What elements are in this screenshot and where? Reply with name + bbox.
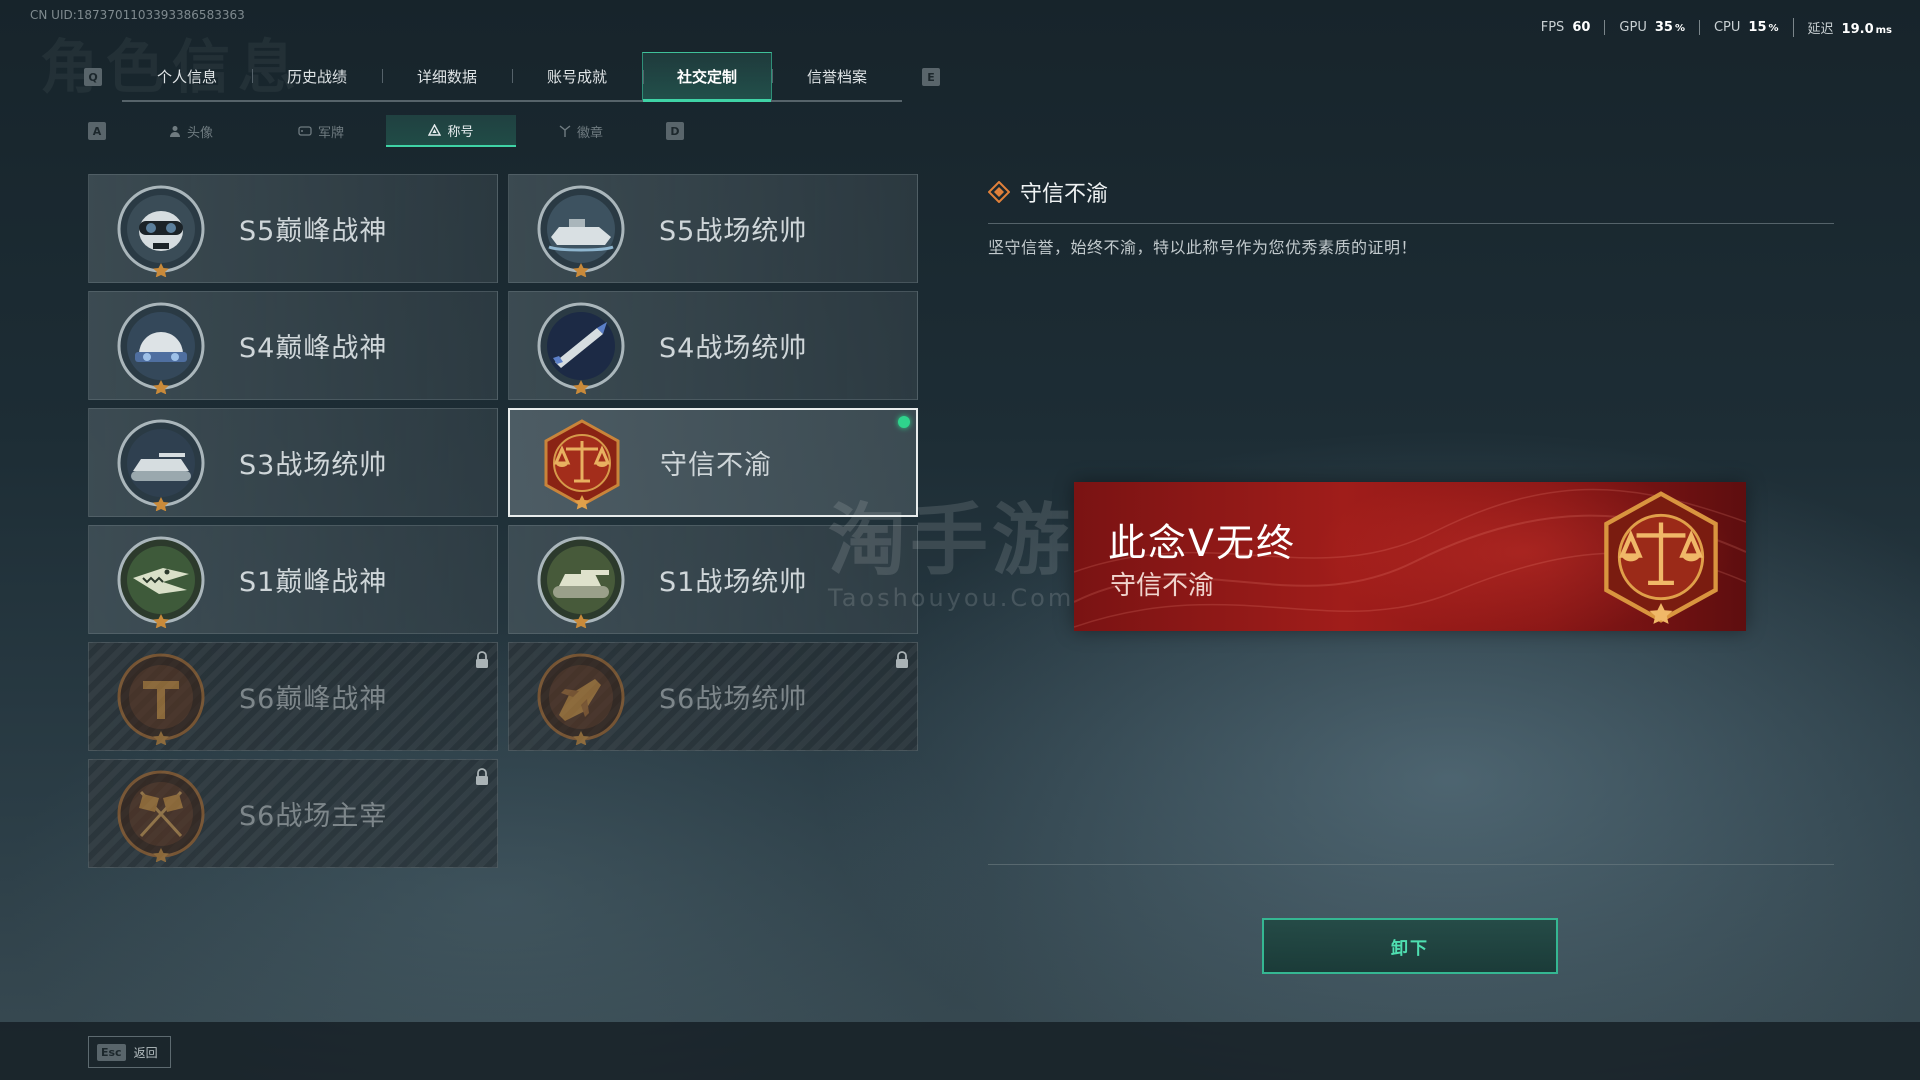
badge-icon bbox=[559, 124, 571, 137]
title-label: S3战场统帅 bbox=[239, 450, 388, 481]
title-label: S6战场统帅 bbox=[659, 684, 808, 715]
detail-title: 守信不渝 bbox=[1020, 182, 1109, 207]
boat-emblem bbox=[537, 185, 625, 277]
performance-overlay: FPS 60 GPU 35 % CPU 15 % 延迟 19.0 ms bbox=[1527, 18, 1906, 37]
cpu-stat: CPU 15 % bbox=[1698, 20, 1793, 35]
gpu-stat: GPU 35 % bbox=[1604, 20, 1699, 35]
divider bbox=[988, 223, 1834, 224]
title-label: S5战场统帅 bbox=[659, 216, 808, 247]
scales-emblem bbox=[544, 418, 620, 509]
tab-achievements[interactable]: 账号成就 bbox=[512, 52, 642, 100]
title-card-s5-peak-god[interactable]: S5巅峰战神 bbox=[88, 174, 498, 283]
crossed-flags-emblem bbox=[117, 770, 205, 862]
person-icon bbox=[169, 126, 180, 137]
tab-match-history[interactable]: 历史战绩 bbox=[252, 52, 382, 100]
subtab-title[interactable]: 称号 bbox=[386, 115, 516, 147]
lock-icon bbox=[896, 651, 908, 668]
title-label: S4巅峰战神 bbox=[239, 333, 388, 364]
title-card-s1-peak-god[interactable]: S1巅峰战神 bbox=[88, 525, 498, 634]
footer-bar: Esc 返回 bbox=[0, 1022, 1920, 1080]
detail-header: 守信不渝 bbox=[988, 176, 1108, 208]
t-shield-emblem bbox=[117, 653, 205, 745]
tab-personal-info[interactable]: 个人信息 bbox=[122, 52, 252, 100]
title-card-s6-battlefield-ruler[interactable]: S6战场主宰 bbox=[88, 759, 498, 868]
prev-tab-key[interactable]: Q bbox=[84, 68, 102, 86]
uid-text: CN UID:1873701103393386583363 bbox=[30, 8, 245, 22]
missile-emblem bbox=[537, 302, 625, 394]
tab-credit-record[interactable]: 信誉档案 bbox=[772, 52, 902, 100]
next-subtab-key[interactable]: D bbox=[666, 122, 684, 140]
back-label: 返回 bbox=[133, 1045, 158, 1060]
armored-vehicle-emblem bbox=[117, 419, 205, 511]
title-preview-banner: 此念ᐯ无终 守信不渝 bbox=[1074, 482, 1746, 631]
title-card-s6-peak-god[interactable]: S6巅峰战神 bbox=[88, 642, 498, 751]
title-label: S4战场统帅 bbox=[659, 333, 808, 364]
title-card-s4-peak-god[interactable]: S4巅峰战神 bbox=[88, 291, 498, 400]
main-tab-bar: Q 个人信息 历史战绩 详细数据 账号成就 社交定制 信誉档案 E bbox=[84, 52, 940, 102]
title-label: S1巅峰战神 bbox=[239, 567, 388, 598]
title-card-s6-commander[interactable]: S6战场统帅 bbox=[508, 642, 918, 751]
helmet-nightvision-emblem bbox=[117, 302, 205, 394]
lock-icon bbox=[476, 651, 488, 668]
equipped-indicator bbox=[898, 416, 910, 428]
skull-goggles-emblem bbox=[117, 185, 205, 277]
esc-key: Esc bbox=[97, 1043, 126, 1061]
crocodile-emblem bbox=[117, 536, 205, 628]
title-label: S5巅峰战神 bbox=[239, 216, 388, 247]
title-label: S6战场主宰 bbox=[239, 801, 388, 832]
diamond-icon bbox=[988, 181, 1010, 203]
fps-stat: FPS 60 bbox=[1540, 20, 1591, 35]
triangle-icon bbox=[428, 124, 442, 136]
latency-stat: 延迟 19.0 ms bbox=[1792, 18, 1906, 37]
tank-emblem bbox=[537, 536, 625, 628]
jet-emblem bbox=[537, 653, 625, 745]
detail-description: 坚守信誉，始终不渝，特以此称号作为您优秀素质的证明！ bbox=[988, 238, 1418, 257]
scales-emblem bbox=[1604, 491, 1718, 624]
subtab-avatar[interactable]: 头像 bbox=[126, 115, 256, 147]
unequip-button[interactable]: 卸下 bbox=[1262, 918, 1558, 974]
back-button[interactable]: Esc 返回 bbox=[88, 1036, 171, 1068]
title-grid: S5巅峰战神 S5战场统帅 S4巅峰战神 S4战场统帅 S3战场统帅 守信不渝 … bbox=[88, 174, 918, 868]
subtab-badge[interactable]: 徽章 bbox=[516, 115, 646, 147]
tab-social-customization[interactable]: 社交定制 bbox=[642, 52, 772, 102]
title-card-s1-commander[interactable]: S1战场统帅 bbox=[508, 525, 918, 634]
title-card-s4-commander[interactable]: S4战场统帅 bbox=[508, 291, 918, 400]
next-tab-key[interactable]: E bbox=[922, 68, 940, 86]
sub-tab-bar: A 头像 军牌 称号 徽章 D bbox=[88, 115, 684, 147]
dogtag-icon bbox=[298, 126, 312, 136]
divider bbox=[988, 864, 1834, 865]
subtab-dogtag[interactable]: 军牌 bbox=[256, 115, 386, 147]
banner-title: 守信不渝 bbox=[1110, 571, 1215, 601]
banner-player-name: 此念ᐯ无终 bbox=[1108, 521, 1296, 565]
title-label: S6巅峰战神 bbox=[239, 684, 388, 715]
tab-detailed-stats[interactable]: 详细数据 bbox=[382, 52, 512, 100]
lock-icon bbox=[476, 768, 488, 785]
title-card-s5-commander[interactable]: S5战场统帅 bbox=[508, 174, 918, 283]
prev-subtab-key[interactable]: A bbox=[88, 122, 106, 140]
title-card-s3-commander[interactable]: S3战场统帅 bbox=[88, 408, 498, 517]
title-card-keep-faith[interactable]: 守信不渝 bbox=[508, 408, 918, 517]
title-label: S1战场统帅 bbox=[659, 567, 808, 598]
title-label: 守信不渝 bbox=[660, 450, 772, 481]
